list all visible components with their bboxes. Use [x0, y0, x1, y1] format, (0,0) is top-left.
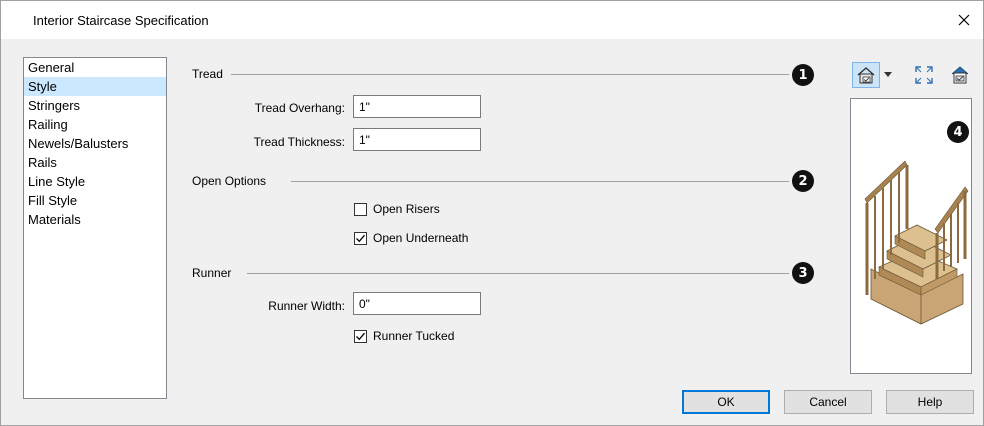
tread-thickness-label: Tread Thickness:: [253, 135, 345, 149]
sidebar-item-newels-balusters[interactable]: Newels/Balusters: [24, 134, 166, 153]
view-mode-button[interactable]: [852, 62, 880, 88]
material-view-button[interactable]: [947, 62, 973, 88]
runner-tucked-label: Runner Tucked: [373, 329, 455, 343]
runner-tucked-box[interactable]: [354, 329, 367, 343]
checkmark-icon: [356, 332, 365, 340]
category-list[interactable]: General Style Stringers Railing Newels/B…: [23, 57, 167, 399]
open-underneath-box[interactable]: [354, 231, 367, 245]
open-risers-checkbox[interactable]: Open Risers: [354, 202, 440, 216]
tread-overhang-label: Tread Overhang:: [254, 101, 345, 115]
sidebar-item-general[interactable]: General: [24, 58, 166, 77]
open-risers-label: Open Risers: [373, 202, 440, 216]
open-underneath-label: Open Underneath: [373, 231, 469, 245]
house-view-icon: [857, 67, 875, 84]
dropdown-arrow-icon: [884, 72, 892, 77]
callout-badge-3: 3: [792, 262, 814, 284]
checkmark-icon: [356, 234, 365, 242]
fit-view-button[interactable]: [911, 62, 937, 88]
cancel-button[interactable]: Cancel: [784, 390, 872, 414]
sidebar-item-stringers[interactable]: Stringers: [24, 96, 166, 115]
material-view-icon: [951, 66, 969, 84]
sidebar-item-railing[interactable]: Railing: [24, 115, 166, 134]
preview-panel[interactable]: 4: [850, 98, 972, 374]
open-underneath-checkbox[interactable]: Open Underneath: [354, 231, 468, 245]
runner-width-label: Runner Width:: [268, 299, 345, 313]
close-icon: [958, 14, 970, 26]
runner-tucked-checkbox[interactable]: Runner Tucked: [354, 329, 454, 343]
sidebar-item-fill-style[interactable]: Fill Style: [24, 191, 166, 210]
tread-divider: [231, 74, 789, 75]
sidebar-item-materials[interactable]: Materials: [24, 210, 166, 229]
close-button[interactable]: [953, 9, 975, 31]
view-mode-dropdown[interactable]: [881, 62, 895, 88]
title-bar: Interior Staircase Specification: [1, 1, 983, 39]
runner-width-input[interactable]: [353, 292, 481, 315]
open-risers-box[interactable]: [354, 202, 367, 216]
runner-divider: [247, 273, 789, 274]
runner-heading: Runner: [192, 266, 232, 280]
tread-overhang-input[interactable]: [353, 95, 481, 118]
tread-thickness-input[interactable]: [353, 128, 481, 151]
dialog-window: Interior Staircase Specification General…: [0, 0, 984, 426]
dialog-title: Interior Staircase Specification: [33, 13, 209, 28]
help-button[interactable]: Help: [886, 390, 974, 414]
sidebar-item-rails[interactable]: Rails: [24, 153, 166, 172]
fit-view-icon: [915, 66, 933, 84]
sidebar-item-style[interactable]: Style: [24, 77, 166, 96]
sidebar-item-line-style[interactable]: Line Style: [24, 172, 166, 191]
callout-badge-4: 4: [947, 121, 969, 143]
tread-heading: Tread: [192, 67, 223, 81]
ok-button[interactable]: OK: [682, 390, 770, 414]
open-options-heading: Open Options: [192, 174, 267, 188]
callout-badge-2: 2: [792, 170, 814, 192]
open-options-divider: [291, 181, 789, 182]
callout-badge-1: 1: [792, 64, 814, 86]
